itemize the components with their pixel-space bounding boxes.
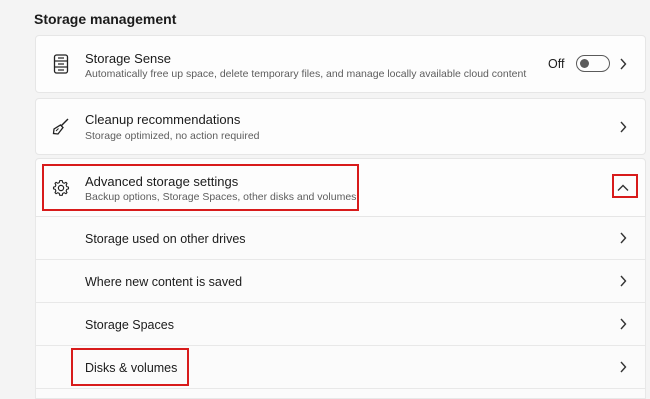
list-item-storage-used-other-drives[interactable]: Storage used on other drives: [35, 217, 646, 260]
chevron-up-icon[interactable]: [617, 182, 629, 194]
section-title: Storage management: [34, 11, 177, 27]
chevron-right-icon[interactable]: [617, 121, 629, 133]
list-item-label: Storage used on other drives: [85, 232, 246, 246]
storage-sense-card[interactable]: Storage Sense Automatically free up spac…: [35, 35, 646, 93]
chevron-right-icon[interactable]: [617, 58, 629, 70]
advanced-storage-settings-card[interactable]: Advanced storage settings Backup options…: [35, 158, 646, 217]
broom-icon: [51, 117, 71, 137]
chevron-right-icon[interactable]: [617, 318, 629, 330]
list-item-label: Disks & volumes: [85, 361, 178, 375]
advanced-title: Advanced storage settings: [85, 174, 239, 189]
storage-drive-icon: [51, 54, 71, 74]
list-item-label: Where new content is saved: [85, 275, 243, 289]
cleanup-title: Cleanup recommendations: [85, 112, 241, 127]
storage-sense-toggle-label: Off: [548, 57, 565, 71]
chevron-right-icon[interactable]: [617, 275, 629, 287]
chevron-right-icon[interactable]: [617, 361, 629, 373]
gear-icon: [51, 178, 71, 198]
list-item-storage-spaces[interactable]: Storage Spaces: [35, 303, 646, 346]
storage-sense-description: Automatically free up space, delete temp…: [85, 68, 527, 80]
list-item-partial: [35, 389, 646, 399]
list-item-where-new-content-saved[interactable]: Where new content is saved: [35, 260, 646, 303]
list-item-disks-volumes[interactable]: Disks & volumes: [35, 346, 646, 389]
chevron-right-icon[interactable]: [617, 232, 629, 244]
storage-sense-toggle[interactable]: [576, 55, 610, 72]
list-item-label: Storage Spaces: [85, 318, 174, 332]
storage-sense-title: Storage Sense: [85, 51, 172, 66]
advanced-description: Backup options, Storage Spaces, other di…: [85, 191, 357, 203]
cleanup-recommendations-card[interactable]: Cleanup recommendations Storage optimize…: [35, 98, 646, 155]
cleanup-description: Storage optimized, no action required: [85, 130, 260, 142]
toggle-knob: [580, 58, 589, 68]
